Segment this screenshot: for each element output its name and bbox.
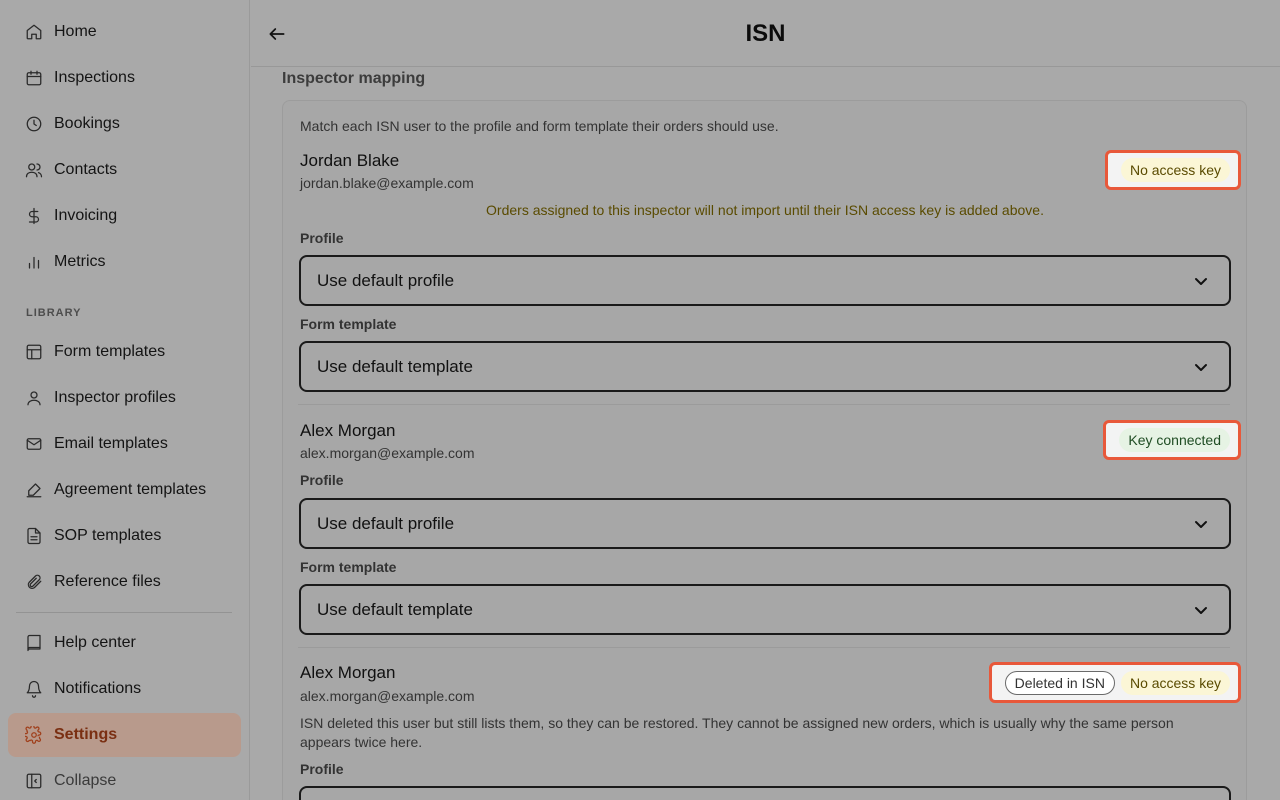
status-badge-deleted-in-isn: Deleted in ISN (1004, 670, 1115, 695)
badge-highlight: Key connected (1103, 420, 1241, 460)
sidebar-item-form-templates[interactable]: Form templates (8, 330, 241, 374)
status-badge-key-connected: Key connected (1119, 428, 1230, 452)
paperclip-icon (24, 572, 44, 592)
sidebar-item-label: Form templates (54, 343, 166, 360)
badge-highlight: No access key (1105, 150, 1241, 190)
sidebar-item-email-templates[interactable]: Email templates (8, 422, 241, 466)
sidebar-item-label: Collapse (54, 772, 117, 789)
sidebar-item-label: Invoicing (54, 207, 118, 224)
book-icon (24, 633, 44, 653)
sidebar-item-notifications[interactable]: Notifications (8, 667, 241, 711)
file-text-icon (24, 526, 44, 546)
sidebar-item-reference-files[interactable]: Reference files (8, 560, 241, 604)
user-name: Jordan Blake (300, 151, 400, 170)
sidebar-item-sop-templates[interactable]: SOP templates (8, 514, 241, 558)
clock-icon (24, 114, 44, 134)
user-icon (24, 388, 44, 408)
sidebar-item-settings[interactable]: Settings (8, 713, 241, 757)
select-value: Use default profile (317, 270, 455, 290)
chevron-down-icon (1193, 359, 1209, 375)
user-name: Alex Morgan (300, 421, 396, 440)
sidebar-divider (16, 612, 232, 613)
home-icon (24, 22, 44, 42)
users-icon (24, 160, 44, 180)
sidebar-item-label: Settings (54, 726, 118, 743)
sidebar-item-label: Notifications (54, 680, 142, 697)
deleted-user-note: ISN deleted this user but still lists th… (300, 715, 1174, 750)
page-header: ISN (251, 0, 1280, 67)
sidebar-item-label: Inspector profiles (54, 389, 176, 406)
sidebar: Home Inspections Bookings Contacts Invoi… (0, 0, 250, 800)
sidebar-collapse-icon (24, 771, 44, 791)
sidebar-item-label: Email templates (54, 435, 168, 452)
sidebar-item-label: Reference files (54, 573, 161, 590)
user-email: alex.morgan@example.com (300, 445, 475, 461)
form-template-select[interactable]: Use default template (299, 584, 1231, 635)
sidebar-item-label: SOP templates (54, 527, 162, 544)
sidebar-item-home[interactable]: Home (8, 10, 241, 54)
form-template-select[interactable]: Use default template (299, 341, 1231, 392)
sidebar-item-help-center[interactable]: Help center (8, 621, 241, 665)
select-value: Use default profile (317, 513, 455, 533)
profile-label: Profile (300, 472, 344, 488)
bar-chart-icon (24, 252, 44, 272)
page-title: ISN (745, 20, 786, 47)
signature-icon (24, 480, 44, 500)
profile-select[interactable] (299, 786, 1231, 800)
chevron-down-icon (1193, 273, 1209, 289)
sidebar-item-label: Contacts (54, 161, 118, 178)
profile-select[interactable]: Use default profile (299, 255, 1231, 306)
section-description: Match each ISN user to the profile and f… (300, 118, 779, 134)
select-value: Use default template (317, 356, 473, 376)
sidebar-item-label: Bookings (54, 115, 120, 132)
status-badge-no-access-key: No access key (1120, 670, 1230, 695)
profile-label: Profile (300, 761, 344, 777)
sidebar-item-contacts[interactable]: Contacts (8, 148, 241, 192)
status-badge-no-access-key: No access key (1120, 158, 1230, 182)
sidebar-item-inspections[interactable]: Inspections (8, 56, 241, 100)
user-name: Alex Morgan (300, 663, 396, 682)
warning-message: Orders assigned to this inspector will n… (486, 202, 1044, 218)
sidebar-item-agreement-templates[interactable]: Agreement templates (8, 468, 241, 512)
chevron-down-icon (1193, 602, 1209, 618)
sidebar-item-collapse[interactable]: Collapse (8, 759, 241, 800)
sidebar-item-label: Inspections (54, 69, 135, 86)
form-template-label: Form template (300, 559, 397, 575)
mail-icon (24, 434, 44, 454)
sidebar-item-label: Agreement templates (54, 481, 207, 498)
sidebar-item-bookings[interactable]: Bookings (8, 102, 241, 146)
user-email: alex.morgan@example.com (300, 688, 475, 704)
profile-select[interactable]: Use default profile (299, 498, 1231, 549)
sidebar-item-metrics[interactable]: Metrics (8, 240, 241, 284)
user-email: jordan.blake@example.com (300, 175, 474, 191)
sidebar-item-label: Metrics (54, 253, 106, 270)
badge-highlight: Deleted in ISN No access key (989, 662, 1241, 703)
form-template-label: Form template (300, 316, 397, 332)
row-divider (298, 404, 1230, 405)
profile-label: Profile (300, 230, 344, 246)
section-title: Inspector mapping (282, 70, 426, 87)
sidebar-item-label: Help center (54, 634, 136, 651)
sidebar-item-label: Home (54, 23, 97, 40)
select-value: Use default template (317, 599, 473, 619)
layout-icon (24, 342, 44, 362)
sidebar-item-inspector-profiles[interactable]: Inspector profiles (8, 376, 241, 420)
dollar-icon (24, 206, 44, 226)
library-section-label: LIBRARY (26, 307, 82, 319)
bell-icon (24, 679, 44, 699)
chevron-down-icon (1193, 516, 1209, 532)
sidebar-item-invoicing[interactable]: Invoicing (8, 194, 241, 238)
row-divider (298, 647, 1230, 648)
gear-icon (24, 725, 44, 745)
calendar-icon (24, 68, 44, 88)
